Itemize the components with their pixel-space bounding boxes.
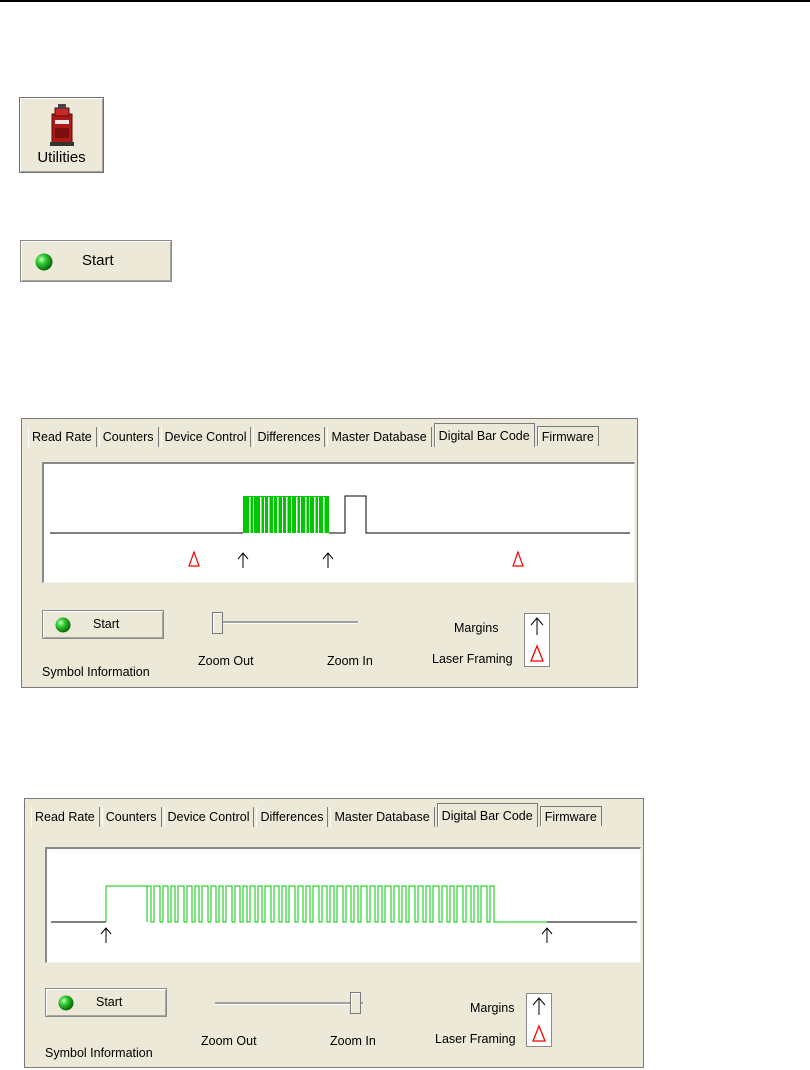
zoom-out-label: Zoom Out (198, 654, 254, 668)
zoom-slider-thumb[interactable] (212, 612, 223, 634)
bar-gap (253, 497, 254, 533)
start-button[interactable]: Start (45, 988, 167, 1017)
zoom-out-label: Zoom Out (201, 1034, 257, 1048)
barcode-waveform-view (45, 847, 641, 963)
tab-firmware[interactable]: Firmware (536, 426, 599, 446)
signal-trace (50, 495, 630, 534)
waveform-svg (50, 495, 630, 568)
tab-master-database[interactable]: Master Database (327, 427, 432, 447)
start-label: Start (96, 995, 123, 1009)
trailing-pulse (329, 495, 630, 534)
tab-master-database[interactable]: Master Database (330, 807, 435, 827)
zoom-slider-thumb[interactable] (350, 992, 361, 1014)
signal-trace (51, 885, 637, 923)
bar-gap (323, 497, 325, 533)
laser-framing-marker (188, 550, 200, 567)
bar-gap (300, 497, 301, 533)
tab-digital-bar-code[interactable]: Digital Bar Code (436, 803, 538, 827)
margin-arrow (100, 927, 112, 943)
legend-box (524, 613, 550, 667)
green-led-icon (55, 617, 71, 633)
tab-firmware[interactable]: Firmware (539, 806, 602, 826)
laser-framing-label: Laser Framing (432, 652, 513, 666)
margin-arrow-icon (532, 997, 546, 1015)
tab-differences[interactable]: Differences (256, 807, 329, 827)
symbol-information-label: Symbol Information (42, 665, 150, 679)
laser-framing-marker (512, 550, 524, 567)
margin-arrow (541, 927, 553, 943)
bar-gap (273, 497, 274, 533)
bar-gap (286, 497, 288, 533)
tab-counters[interactable]: Counters (99, 427, 159, 447)
margins-label: Margins (470, 1001, 515, 1015)
bar-gap (249, 497, 251, 533)
tab-counters[interactable]: Counters (102, 807, 162, 827)
symbol-information-label: Symbol Information (45, 1046, 153, 1060)
margins-label: Margins (454, 621, 499, 635)
start-label: Start (82, 252, 114, 269)
zoom-in-label: Zoom In (330, 1034, 376, 1048)
bar-gap (260, 497, 262, 533)
laser-framing-delta-icon (532, 1024, 546, 1042)
zoom-slider-track[interactable] (212, 621, 358, 624)
start-label: Start (93, 617, 120, 631)
start-button[interactable]: Start (42, 610, 164, 639)
top-rule (0, 0, 810, 2)
bar-gap (277, 497, 279, 533)
bar-gap (318, 497, 319, 533)
legend-box (526, 993, 552, 1047)
barcode-waveform-view (42, 462, 635, 583)
tab-read-rate[interactable]: Read Rate (28, 427, 97, 447)
laser-framing-delta-icon (530, 644, 544, 662)
zoom-slider-track[interactable] (215, 1002, 363, 1005)
bar-gap (291, 497, 292, 533)
bar-gap (264, 497, 265, 533)
bar-gap (309, 497, 310, 533)
square-wave (105, 885, 547, 923)
bar-gap (314, 497, 316, 533)
margin-arrow-icon (530, 617, 544, 635)
waveform-svg (51, 885, 637, 943)
margin-arrow (322, 552, 334, 568)
tab-strip: Read Rate Counters Device Control Differenc… (31, 803, 604, 828)
bar-gap (305, 497, 307, 533)
green-led-icon (58, 995, 74, 1011)
tab-device-control[interactable]: Device Control (164, 807, 255, 827)
laser-framing-label: Laser Framing (435, 1032, 516, 1046)
utilities-button[interactable]: Utilities (19, 97, 104, 173)
digital-bar-code-panel-zoomed-out: Read Rate Counters Device Control Differenc… (21, 418, 638, 688)
bar-gap (296, 497, 298, 533)
tab-read-rate[interactable]: Read Rate (31, 807, 100, 827)
digital-bar-code-panel-zoomed-in: Read Rate Counters Device Control Differenc… (24, 798, 644, 1068)
utilities-label: Utilities (37, 149, 86, 166)
tab-strip: Read Rate Counters Device Control Differenc… (28, 423, 601, 448)
tab-differences[interactable]: Differences (253, 427, 326, 447)
bar-gap (268, 497, 270, 533)
zoom-in-label: Zoom In (327, 654, 373, 668)
tab-digital-bar-code[interactable]: Digital Bar Code (433, 423, 535, 447)
utilities-cabinet-icon (50, 104, 74, 146)
start-button[interactable]: Start (20, 240, 172, 282)
bar-gap (282, 497, 283, 533)
margin-arrow (237, 552, 249, 568)
tab-device-control[interactable]: Device Control (161, 427, 252, 447)
green-led-icon (35, 253, 53, 271)
